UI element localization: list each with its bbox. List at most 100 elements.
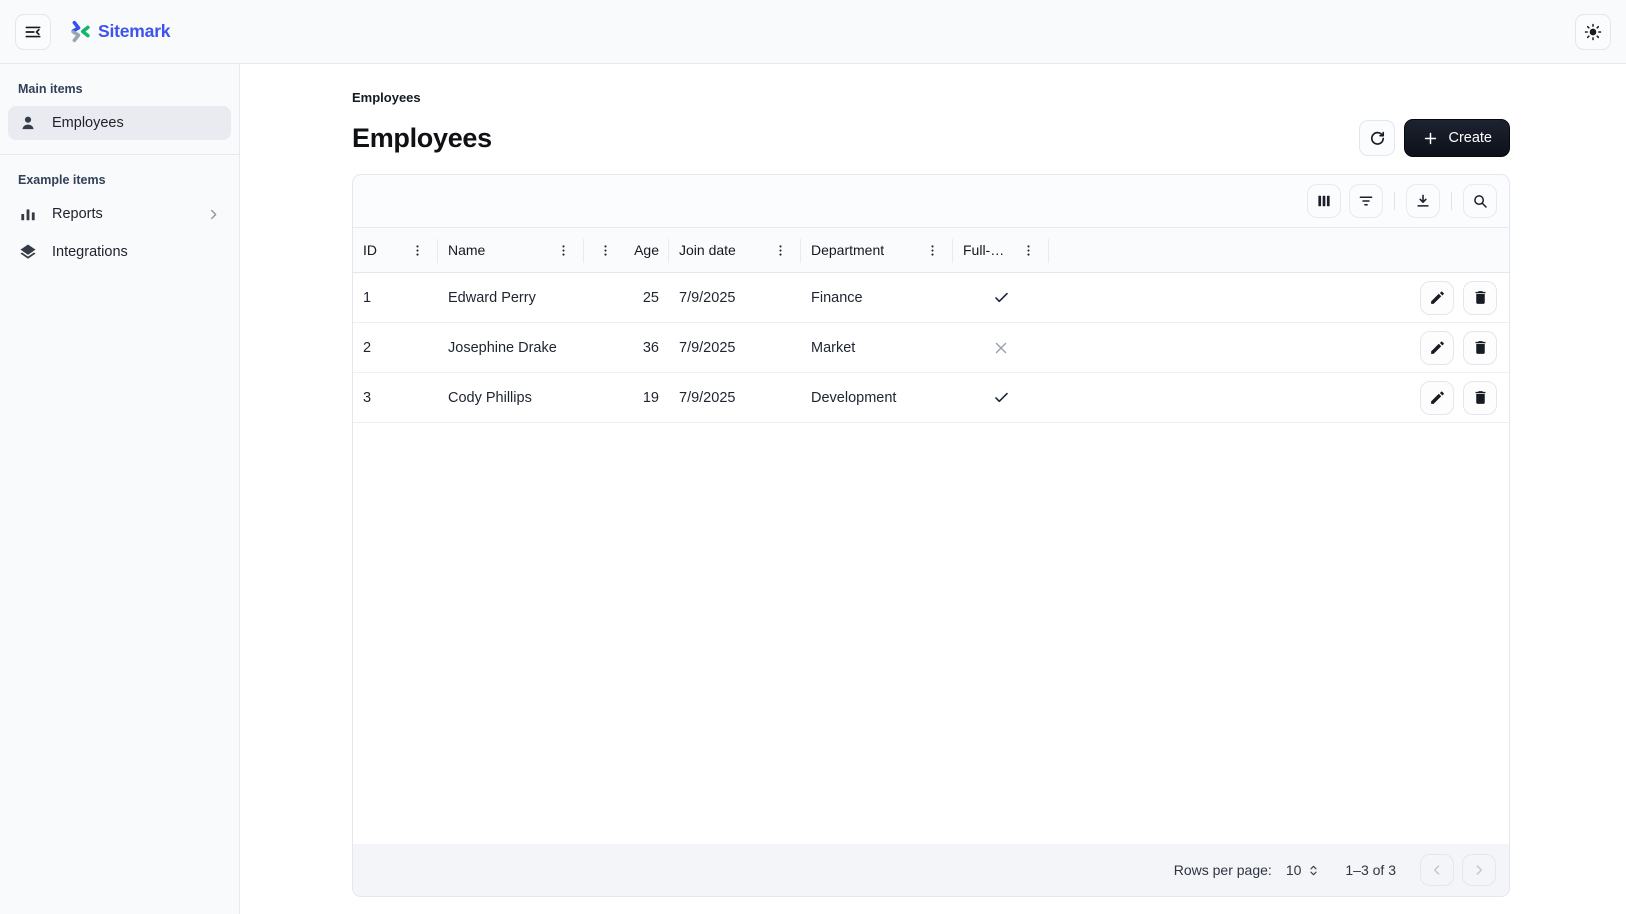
cell-join-date: 7/9/2025: [669, 323, 801, 372]
column-menu-button[interactable]: [552, 239, 574, 261]
logo-text: Sitemark: [98, 21, 170, 42]
table-row[interactable]: 3 Cody Phillips 19 7/9/2025 Development: [353, 373, 1509, 423]
sidebar-item-reports[interactable]: Reports: [8, 197, 231, 231]
column-header-id[interactable]: ID: [353, 228, 438, 272]
column-header-age[interactable]: Age: [584, 228, 669, 272]
kebab-icon: [556, 243, 571, 258]
cross-icon: [992, 339, 1010, 357]
sitemark-logo-icon: [66, 19, 91, 44]
column-menu-button[interactable]: [1017, 239, 1039, 261]
column-header-name[interactable]: Name: [438, 228, 584, 272]
edit-row-button[interactable]: [1420, 381, 1454, 415]
table-row[interactable]: 2 Josephine Drake 36 7/9/2025 Market: [353, 323, 1509, 373]
cell-name: Cody Phillips: [438, 373, 584, 422]
plus-icon: [1422, 130, 1439, 147]
sidebar-collapse-button[interactable]: [15, 14, 51, 50]
refresh-button[interactable]: [1359, 120, 1395, 156]
chevron-left-icon: [1429, 862, 1445, 878]
toolbar-divider: [1394, 192, 1395, 210]
rows-per-page-value: 10: [1286, 862, 1302, 878]
create-button[interactable]: Create: [1404, 119, 1510, 157]
grid-footer: Rows per page: 10 1–3 of 3: [353, 844, 1509, 896]
search-icon: [1471, 192, 1489, 210]
column-header-label: Age: [634, 242, 659, 258]
export-button[interactable]: [1406, 184, 1440, 218]
edit-row-button[interactable]: [1420, 281, 1454, 315]
title-actions: Create: [1359, 119, 1510, 157]
previous-page-button[interactable]: [1420, 854, 1454, 886]
delete-row-button[interactable]: [1463, 281, 1497, 315]
grid-toolbar: [353, 175, 1509, 227]
topbar-left: Sitemark: [15, 14, 170, 50]
topbar: Sitemark: [0, 0, 1626, 64]
kebab-icon: [598, 243, 613, 258]
search-button[interactable]: [1463, 184, 1497, 218]
column-header-department[interactable]: Department: [801, 228, 953, 272]
sidebar-section-example: Example items Reports: [8, 169, 231, 269]
columns-icon: [1315, 192, 1333, 210]
toolbar-divider: [1451, 192, 1452, 210]
columns-button[interactable]: [1307, 184, 1341, 218]
title-row: Employees Create: [352, 118, 1510, 158]
column-menu-button[interactable]: [921, 239, 943, 261]
theme-toggle-button[interactable]: [1575, 14, 1611, 50]
column-header-join-date[interactable]: Join date: [669, 228, 801, 272]
column-header-label: Join date: [679, 242, 736, 258]
cell-name: Josephine Drake: [438, 323, 584, 372]
logo[interactable]: Sitemark: [66, 19, 170, 44]
grid-empty-area: [353, 423, 1509, 844]
column-menu-button[interactable]: [594, 239, 616, 261]
delete-row-button[interactable]: [1463, 331, 1497, 365]
create-button-label: Create: [1448, 130, 1492, 146]
sidebar-section-main: Main items Employees: [8, 78, 231, 140]
sidebar-item-employees[interactable]: Employees: [8, 106, 231, 140]
kebab-icon: [1021, 243, 1036, 258]
delete-row-button[interactable]: [1463, 381, 1497, 415]
trash-icon: [1472, 389, 1489, 406]
sidebar-item-label: Integrations: [52, 244, 128, 260]
column-header-label: ID: [363, 242, 377, 258]
sidebar-section-label: Main items: [8, 78, 231, 106]
menu-collapse-icon: [23, 22, 43, 42]
pagination-range: 1–3 of 3: [1345, 862, 1396, 878]
table-row[interactable]: 1 Edward Perry 25 7/9/2025 Finance: [353, 273, 1509, 323]
rows-per-page-select[interactable]: 10: [1286, 862, 1322, 879]
sun-icon: [1583, 22, 1603, 42]
sidebar: Main items Employees Example items: [0, 64, 240, 914]
cell-actions: [1049, 273, 1509, 322]
next-page-button[interactable]: [1462, 854, 1496, 886]
cell-actions: [1049, 323, 1509, 372]
check-icon: [992, 388, 1011, 407]
app-root: Sitemark Main items Employees: [0, 0, 1626, 914]
layers-icon: [18, 242, 38, 262]
column-header-full-time[interactable]: Full-…: [953, 228, 1049, 272]
column-menu-button[interactable]: [406, 239, 428, 261]
body-row: Main items Employees Example items: [0, 64, 1626, 914]
cell-name: Edward Perry: [438, 273, 584, 322]
pagination-buttons: [1420, 854, 1496, 886]
pencil-icon: [1429, 389, 1446, 406]
cell-age: 25: [584, 273, 669, 322]
data-grid-card: ID Name A: [352, 174, 1510, 897]
cell-full-time: [953, 323, 1049, 372]
column-header-actions: [1049, 228, 1509, 272]
cell-join-date: 7/9/2025: [669, 373, 801, 422]
cell-department: Market: [801, 323, 953, 372]
column-menu-button[interactable]: [769, 239, 791, 261]
cell-actions: [1049, 373, 1509, 422]
cell-department: Finance: [801, 273, 953, 322]
chevron-right-icon: [1471, 862, 1487, 878]
sidebar-item-label: Employees: [52, 115, 124, 131]
edit-row-button[interactable]: [1420, 331, 1454, 365]
sidebar-item-integrations[interactable]: Integrations: [8, 235, 231, 269]
refresh-icon: [1368, 129, 1387, 148]
sidebar-divider: [0, 154, 239, 155]
filter-button[interactable]: [1349, 184, 1383, 218]
person-icon: [18, 113, 38, 133]
cell-id: 1: [353, 273, 438, 322]
kebab-icon: [773, 243, 788, 258]
column-header-label: Full-…: [963, 242, 1004, 258]
bar-chart-icon: [18, 204, 38, 224]
cell-id: 3: [353, 373, 438, 422]
cell-full-time: [953, 373, 1049, 422]
